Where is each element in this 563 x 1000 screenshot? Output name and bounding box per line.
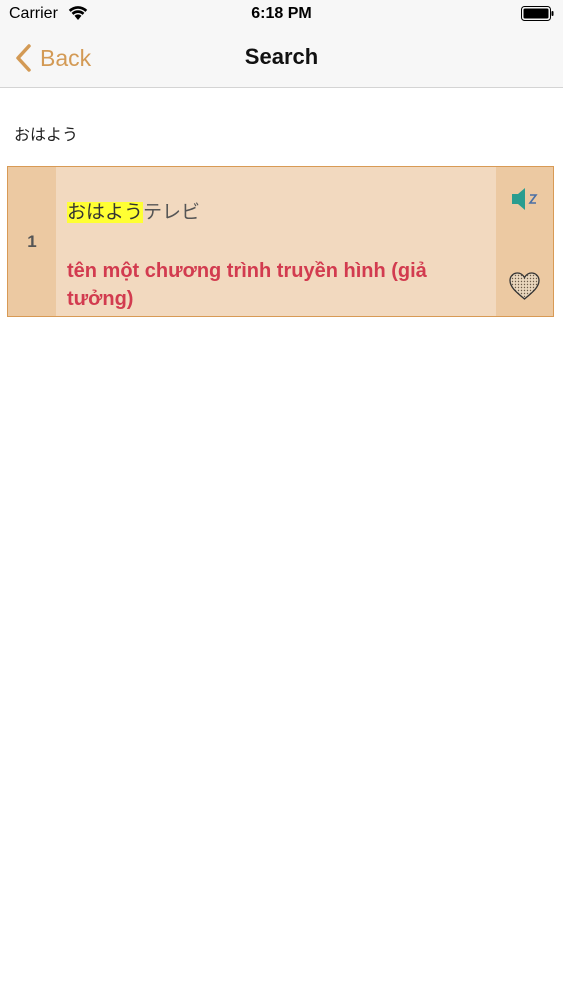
term-highlight: おはよう bbox=[67, 202, 144, 223]
result-term: おはようテレビ bbox=[67, 197, 200, 224]
battery-icon bbox=[521, 6, 554, 21]
heart-icon[interactable] bbox=[508, 271, 541, 301]
search-query-label: おはよう bbox=[14, 127, 79, 144]
status-time: 6:18 PM bbox=[251, 5, 312, 22]
result-row[interactable]: 1 おはようテレビ tên một chương trình truyền hì… bbox=[7, 166, 554, 317]
result-meaning: tên một chương trình truyền hình (giả tư… bbox=[67, 260, 427, 310]
page-title: Search bbox=[244, 44, 319, 69]
result-actions bbox=[496, 167, 553, 316]
result-index: 1 bbox=[8, 167, 56, 316]
navigation-bar: Back Search bbox=[0, 30, 563, 88]
status-bar: Carrier 6:18 PM bbox=[0, 0, 563, 30]
speaker-icon[interactable] bbox=[510, 186, 540, 212]
term-rest: テレビ bbox=[143, 202, 201, 223]
